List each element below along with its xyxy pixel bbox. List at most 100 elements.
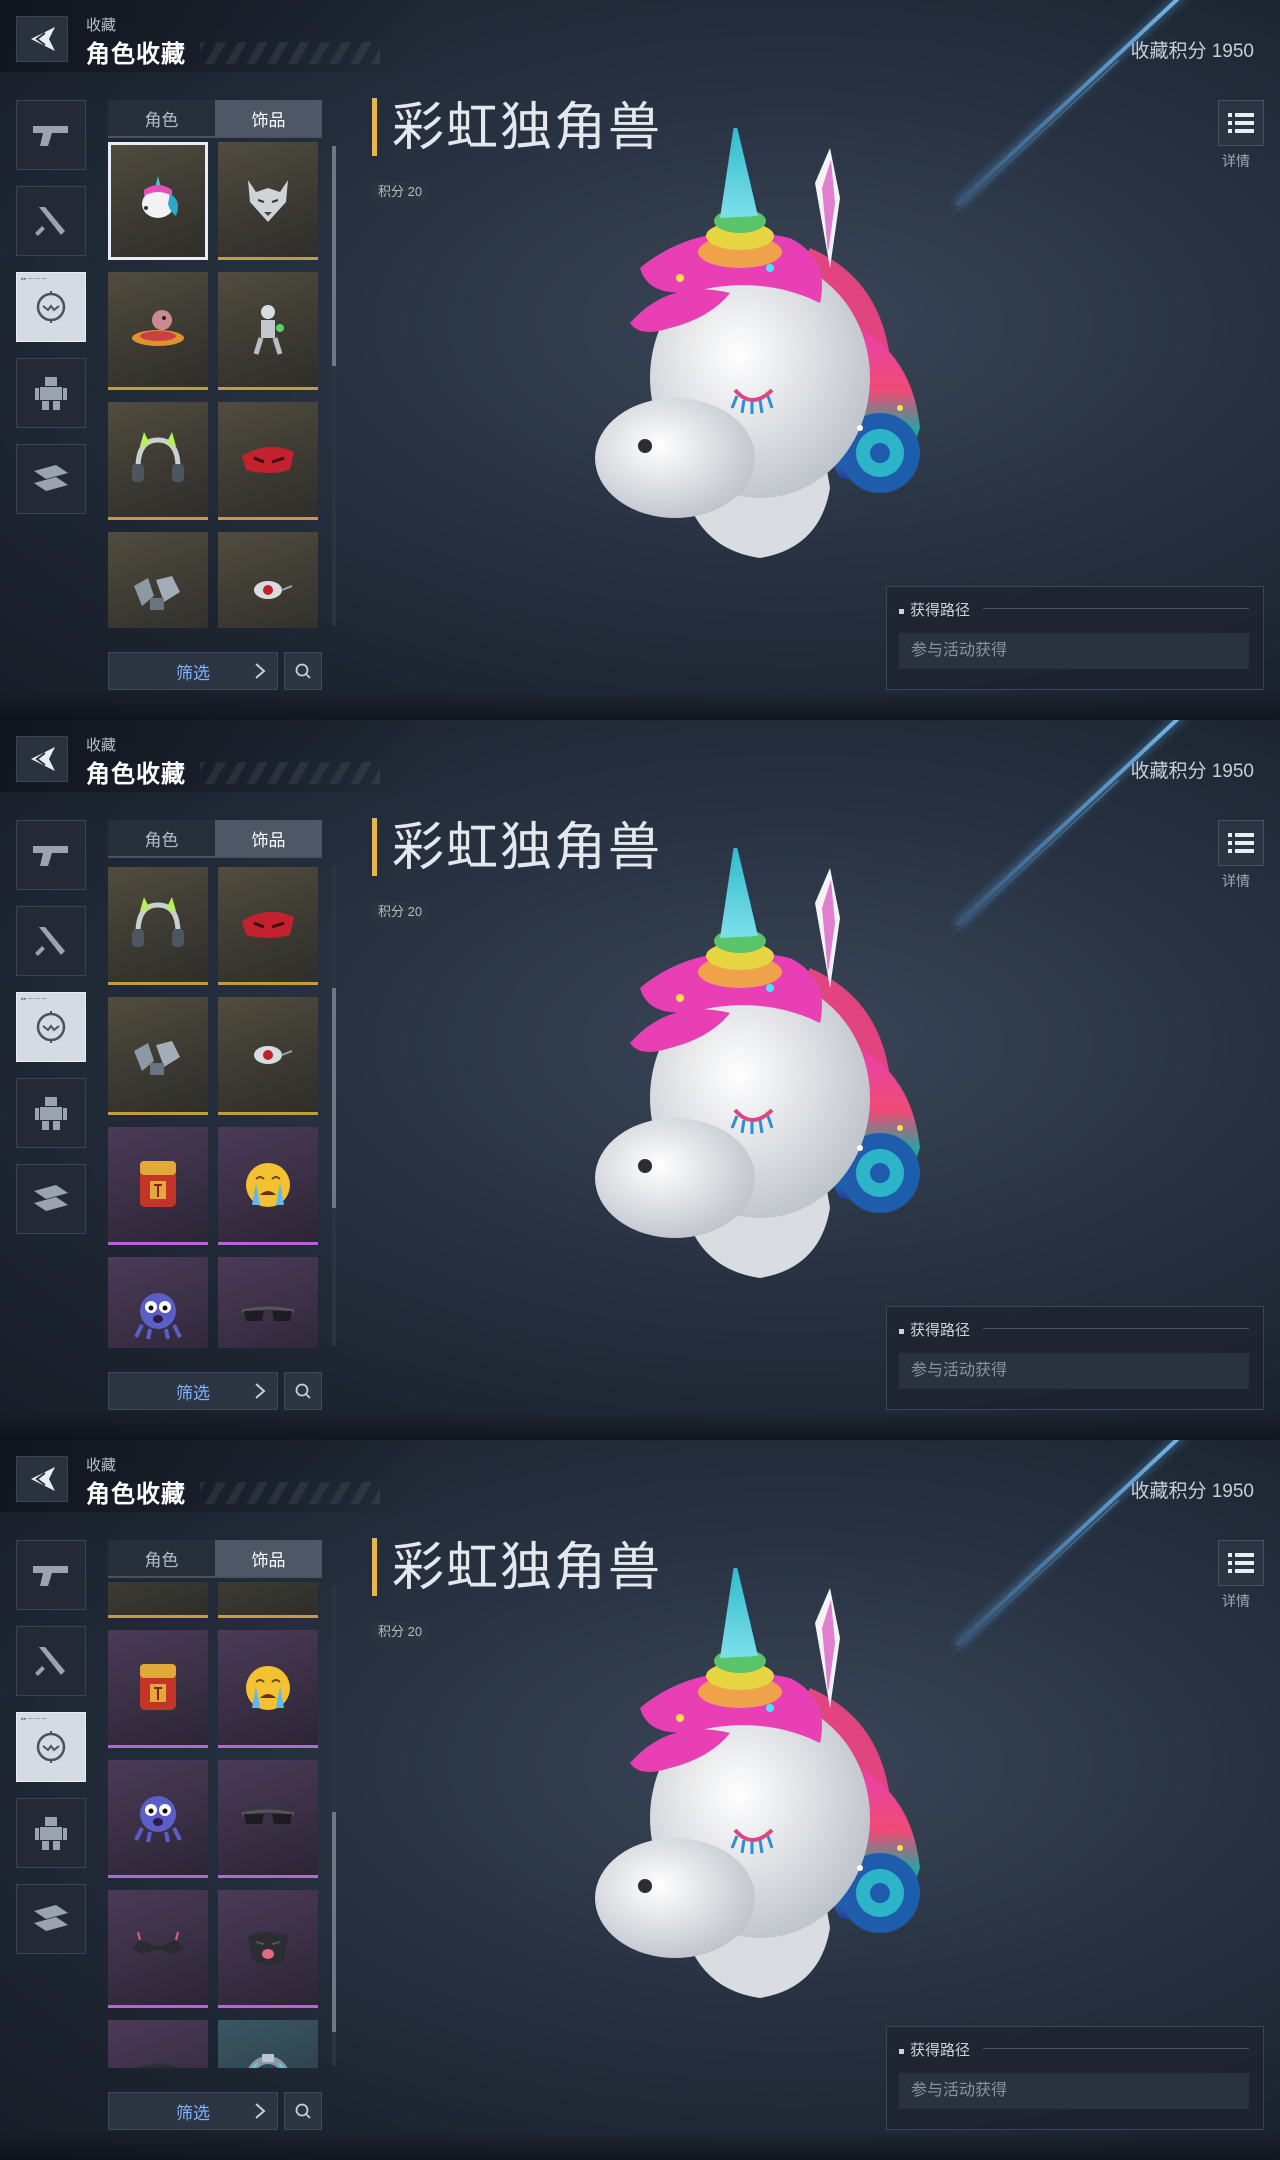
chevron-right-icon xyxy=(255,1383,266,1399)
filter-label: 筛选 xyxy=(176,663,210,683)
back-button[interactable] xyxy=(16,16,68,62)
item-slot[interactable] xyxy=(108,402,208,520)
category-vehicle[interactable] xyxy=(16,1164,86,1234)
tongue-mask-icon xyxy=(248,1931,288,1965)
light-streak-faint xyxy=(928,779,1120,959)
page-title: 角色收藏 xyxy=(86,41,186,68)
filter-label: 筛选 xyxy=(176,1383,210,1403)
page-title: 角色收藏 xyxy=(86,1481,186,1508)
detail-button[interactable] xyxy=(1218,100,1264,146)
unicorn-model-preview[interactable] xyxy=(530,848,930,1308)
detail-button[interactable] xyxy=(1218,1540,1264,1586)
item-slot[interactable] xyxy=(108,1890,208,2009)
item-slot[interactable] xyxy=(108,272,208,390)
red-visor-icon xyxy=(242,911,294,938)
unicorn-model-preview[interactable] xyxy=(530,1568,930,2028)
item-points: 积分 20 xyxy=(372,182,429,202)
filter-button[interactable]: 筛选 xyxy=(108,2092,278,2130)
filter-button[interactable]: 筛选 xyxy=(108,652,278,690)
back-button[interactable] xyxy=(16,1456,68,1502)
filter-label: 筛选 xyxy=(176,2103,210,2123)
type-tabs: 角色 饰品 xyxy=(108,100,322,138)
scroll-thumb[interactable] xyxy=(332,146,336,366)
item-slot[interactable] xyxy=(218,142,318,260)
search-button[interactable] xyxy=(284,2092,322,2130)
item-slot[interactable] xyxy=(108,867,208,986)
armor-pieces-icon xyxy=(134,575,180,610)
category-melee[interactable] xyxy=(16,906,86,976)
item-slot[interactable] xyxy=(108,142,208,260)
item-slot[interactable] xyxy=(218,1582,318,1619)
category-gun[interactable] xyxy=(16,820,86,890)
head-icon xyxy=(36,1731,66,1763)
tab-accessory[interactable]: 饰品 xyxy=(215,100,322,136)
item-slot[interactable] xyxy=(108,997,208,1116)
gun-icon xyxy=(33,1566,68,1586)
item-slot[interactable] xyxy=(218,2020,318,2068)
item-slot[interactable] xyxy=(218,272,318,390)
scroll-thumb[interactable] xyxy=(332,1812,336,2033)
tab-character[interactable]: 角色 xyxy=(108,100,215,136)
item-slot[interactable] xyxy=(108,1127,208,1246)
detail-button[interactable] xyxy=(1218,820,1264,866)
search-button[interactable] xyxy=(284,652,322,690)
item-slot[interactable] xyxy=(108,532,208,628)
item-scrollbar[interactable] xyxy=(332,146,336,626)
category-accessory[interactable]: ▪▪ ─ ─ ─ xyxy=(16,1712,86,1782)
item-slot[interactable] xyxy=(218,867,318,986)
collection-screen-2: 收藏 角色收藏 收藏积分 1950 详情 ▪▪ ─ ─ ─ 角色 饰品 筛选 彩… xyxy=(0,720,1280,1440)
cat-ear-headphones-icon xyxy=(132,896,184,947)
item-slot[interactable] xyxy=(108,1257,208,1348)
item-slot[interactable] xyxy=(108,1630,208,1749)
category-melee[interactable] xyxy=(16,186,86,256)
category-accessory[interactable]: ▪▪ ─ ─ ─ xyxy=(16,272,86,342)
back-button[interactable] xyxy=(16,736,68,782)
item-scrollbar[interactable] xyxy=(332,866,336,1346)
red-eye-drone-icon xyxy=(254,580,293,599)
collection-points: 收藏积分 1950 xyxy=(1130,1481,1254,1502)
item-scrollbar[interactable] xyxy=(332,1586,336,2066)
unicorn-model-preview[interactable] xyxy=(530,128,930,588)
category-vehicle[interactable] xyxy=(16,444,86,514)
type-tabs: 角色 饰品 xyxy=(108,820,322,858)
tab-character[interactable]: 角色 xyxy=(108,1540,215,1576)
category-robot[interactable] xyxy=(16,358,86,428)
category-gun[interactable] xyxy=(16,1540,86,1610)
item-slot[interactable] xyxy=(218,1890,318,2009)
item-slot[interactable] xyxy=(218,402,318,520)
item-slot[interactable] xyxy=(218,1760,318,1879)
category-gun[interactable] xyxy=(16,100,86,170)
category-robot[interactable] xyxy=(16,1078,86,1148)
acquisition-title: 获得路径 xyxy=(899,599,970,620)
category-robot[interactable] xyxy=(16,1798,86,1868)
category-accessory[interactable]: ▪▪ ─ ─ ─ xyxy=(16,992,86,1062)
item-slot[interactable] xyxy=(218,997,318,1116)
category-melee[interactable] xyxy=(16,1626,86,1696)
red-eye-drone-icon xyxy=(254,1045,293,1064)
tab-accessory[interactable]: 饰品 xyxy=(215,1540,322,1576)
item-slot[interactable] xyxy=(218,1127,318,1246)
search-icon xyxy=(295,2103,311,2119)
acquisition-panel: 获得路径 参与活动获得 xyxy=(886,586,1264,690)
tab-accessory[interactable]: 饰品 xyxy=(215,820,322,856)
item-slot[interactable] xyxy=(218,1630,318,1749)
type-tabs: 角色 饰品 xyxy=(108,1540,322,1578)
item-slot[interactable] xyxy=(108,1760,208,1879)
header-stripes xyxy=(200,42,380,64)
unicorn-head-icon xyxy=(142,175,178,218)
item-slot[interactable] xyxy=(108,1582,208,1619)
item-slot[interactable] xyxy=(218,1257,318,1348)
head-icon xyxy=(36,1011,66,1043)
search-button[interactable] xyxy=(284,1372,322,1410)
item-slot[interactable] xyxy=(108,2020,208,2068)
category-vehicle[interactable] xyxy=(16,1884,86,1954)
robot-figure-icon xyxy=(253,304,284,355)
scroll-thumb[interactable] xyxy=(332,988,336,1209)
acquisition-method: 参与活动获得 xyxy=(899,2073,1249,2109)
melee-icon xyxy=(35,1647,65,1676)
filter-button[interactable]: 筛选 xyxy=(108,1372,278,1410)
tab-character[interactable]: 角色 xyxy=(108,820,215,856)
red-visor-icon xyxy=(242,446,294,473)
item-slot[interactable] xyxy=(218,532,318,628)
melee-icon xyxy=(35,207,65,236)
